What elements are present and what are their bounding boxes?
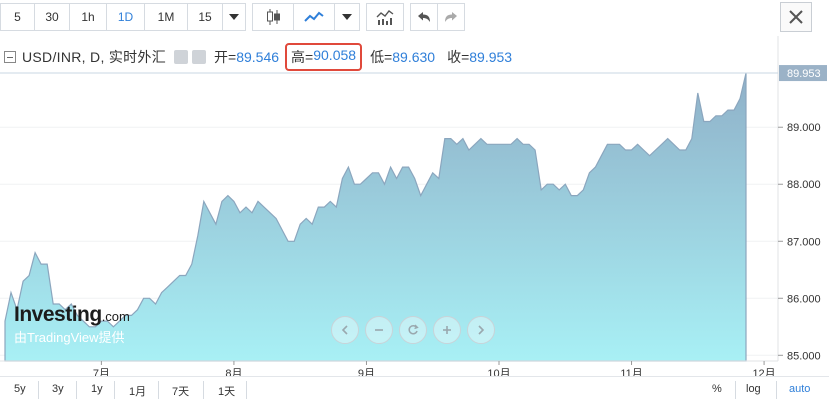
redo-icon [445,12,457,22]
chart-type-dropdown-button[interactable] [334,3,360,31]
tradingview-credit: 由TradingView提供 [14,330,125,345]
reset-button[interactable] [399,316,427,344]
minus-icon [375,329,383,331]
close-button[interactable] [780,2,812,32]
range-5y-button[interactable]: 5y [14,383,26,395]
interval-5-button[interactable]: 5 [0,3,35,31]
indicators-button[interactable] [366,3,404,31]
symbol-title: USD/INR, D, 实时外汇 [22,49,167,65]
range-3y-button[interactable]: 3y [52,383,64,395]
low-value: 89.630 [392,49,436,65]
zoom-in-button[interactable] [433,316,461,344]
plus-icon [443,326,451,334]
interval-dropdown-button[interactable] [222,3,246,31]
divider [76,381,77,399]
x-tick-label: 9月 [358,368,375,376]
high-highlight: 高= 90.058 [285,43,363,71]
x-tick-label: 8月 [225,368,242,376]
log-toggle[interactable]: log [746,383,761,395]
divider [114,381,115,399]
scroll-left-button[interactable] [331,316,359,344]
close-label: 收= [447,49,470,65]
high-label: 高= [291,49,314,65]
close-icon [789,10,803,24]
interval-1h-button[interactable]: 1h [69,3,107,31]
divider [158,381,159,399]
scroll-right-button[interactable] [467,316,495,344]
zoom-out-button[interactable] [365,316,393,344]
chart-legend: USD/INR, D, 实时外汇 开= 89.546 高= 90.058 低= 89.… [4,43,513,71]
last-price-text: 89.953 [787,68,821,80]
percent-toggle[interactable]: % [712,383,722,395]
x-tick-label: 10月 [487,368,510,376]
line-chart-icon [304,11,324,22]
interval-30-button[interactable]: 30 [34,3,70,31]
logo-domain: .com [101,309,130,324]
undo-button[interactable] [410,3,438,31]
divider [735,381,736,399]
interval-15-button[interactable]: 15 [187,3,223,31]
reset-icon [408,324,419,335]
collapse-legend-button[interactable] [4,51,16,63]
price-axis[interactable]: 85.000 86.000 87.000 88.000 89.000 [778,122,821,362]
bottom-bar: 5y 3y 1y 1月 7天 1天 % log auto [0,376,829,403]
x-tick-label: 7月 [93,368,110,376]
interval-1m-button[interactable]: 1M [144,3,188,31]
chevron-right-icon [478,325,485,335]
logo-brand: Investing [14,303,102,326]
chevron-left-icon [341,325,348,335]
candlestick-icon [267,9,280,25]
y-tick-label: 86.000 [787,293,821,305]
toolbar: 5 30 1h 1D 1M 15 [0,0,829,36]
redo-button[interactable] [437,3,465,31]
candlestick-button[interactable] [252,3,294,31]
investing-logo[interactable]: Investing.com 由TradingView提供 [14,303,130,346]
divider [203,381,204,399]
low-label: 低= [370,49,393,65]
chevron-down-icon [342,14,352,20]
range-1m-button[interactable]: 1月 [129,383,146,399]
high-value: 90.058 [313,47,357,63]
range-7d-button[interactable]: 7天 [172,383,189,399]
y-tick-label: 85.000 [787,350,821,362]
divider [246,381,247,399]
divider [776,381,777,399]
gear-icon[interactable] [192,50,207,64]
open-value: 89.546 [236,49,280,65]
x-tick-label: 11月 [620,368,642,376]
area-chart-button[interactable] [293,3,335,31]
divider [38,381,39,399]
open-label: 开= [214,49,237,65]
time-axis[interactable]: 7月 8月 9月 10月 11月 12月 [93,361,776,376]
indicators-icon [376,10,394,25]
range-1y-button[interactable]: 1y [91,383,103,395]
interval-1d-button[interactable]: 1D [106,3,145,31]
range-1d-button[interactable]: 1天 [218,383,235,399]
auto-toggle[interactable]: auto [789,383,810,395]
y-tick-label: 87.000 [787,236,821,248]
y-tick-label: 89.000 [787,122,821,134]
chevron-down-icon [229,14,239,20]
y-tick-label: 88.000 [787,179,821,191]
close-value: 89.953 [469,49,513,65]
x-tick-label: 12月 [752,368,775,376]
eye-icon[interactable] [174,50,189,64]
undo-icon [418,12,430,22]
